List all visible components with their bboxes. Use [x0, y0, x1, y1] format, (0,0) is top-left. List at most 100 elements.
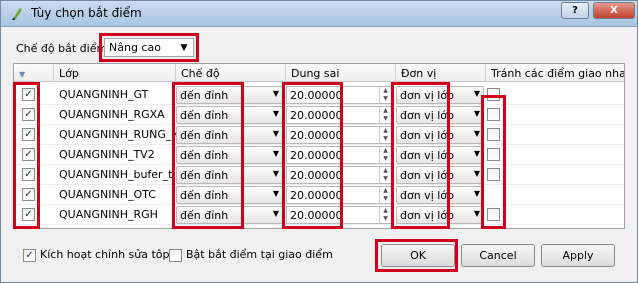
- ok-button[interactable]: OK: [381, 244, 455, 267]
- mode-value: đến đỉnh: [180, 169, 229, 182]
- mode-value: đến đỉnh: [180, 109, 229, 122]
- header-select-all[interactable]: ▼: [14, 64, 54, 82]
- chevron-down-icon: ▼: [272, 109, 279, 118]
- spin-arrows-icon[interactable]: ▲ ▼: [379, 207, 391, 223]
- unit-combo[interactable]: đơn vị lớp ▼: [396, 106, 484, 124]
- spin-arrows-icon[interactable]: ▲ ▼: [379, 127, 391, 143]
- snapping-options-dialog: Tùy chọn bắt điểm ? X Chế độ bắt điểm Nâ…: [0, 0, 638, 283]
- header-avoid-intersections[interactable]: Tránh các điểm giao nhau: [486, 64, 624, 82]
- mode-combo[interactable]: đến đỉnh ▼: [176, 206, 283, 224]
- unit-value: đơn vị lớp: [400, 149, 455, 162]
- layer-name: QUANGNINH_RGH: [59, 208, 158, 221]
- layer-enable-checkbox[interactable]: ✓: [22, 128, 35, 141]
- tolerance-spinbox[interactable]: 20.00000 ▲ ▼: [286, 126, 392, 144]
- unit-value: đơn vị lớp: [400, 129, 455, 142]
- layer-enable-checkbox[interactable]: ✓: [22, 188, 35, 201]
- avoid-intersections-checkbox[interactable]: [487, 88, 500, 101]
- table-row: ✓ QUANGNINH_TV2 đến đỉnh ▼ 20.00000 ▲ ▼ đơn…: [14, 145, 624, 165]
- unit-value: đơn vị lớp: [400, 189, 455, 202]
- chevron-down-icon: ▼: [473, 129, 480, 138]
- spin-arrows-icon[interactable]: ▲ ▼: [379, 147, 391, 163]
- layer-enable-checkbox[interactable]: ✓: [22, 168, 35, 181]
- chevron-down-icon: ▼: [473, 209, 480, 218]
- header-unit[interactable]: Đơn vị: [396, 64, 486, 82]
- avoid-intersections-checkbox[interactable]: [487, 208, 500, 221]
- layer-enable-checkbox[interactable]: ✓: [22, 148, 35, 161]
- apply-button[interactable]: Apply: [541, 244, 615, 267]
- chevron-down-icon: ▼: [272, 189, 279, 198]
- tolerance-spinbox[interactable]: 20.00000 ▲ ▼: [286, 86, 392, 104]
- layers-table: ▼ Lớp Chế độ Dung sai Đơn vị Tránh các đ…: [13, 63, 625, 229]
- layer-name: QUANGNINH_GT: [59, 88, 149, 101]
- layer-name: QUANGNINH_bufer_tinh: [59, 168, 176, 181]
- unit-combo[interactable]: đơn vị lớp ▼: [396, 206, 484, 224]
- snap-on-intersection-label: Bật bắt điểm tại giao điểm: [186, 248, 333, 261]
- unit-combo[interactable]: đơn vị lớp ▼: [396, 186, 484, 204]
- chevron-down-icon: ▼: [473, 189, 480, 198]
- tolerance-spinbox[interactable]: 20.00000 ▲ ▼: [286, 106, 392, 124]
- help-button[interactable]: ?: [561, 2, 589, 19]
- tolerance-value: 20.00000: [290, 149, 343, 162]
- unit-combo[interactable]: đơn vị lớp ▼: [396, 146, 484, 164]
- avoid-intersections-checkbox[interactable]: [487, 108, 500, 121]
- unit-value: đơn vị lớp: [400, 109, 455, 122]
- spin-arrows-icon[interactable]: ▲ ▼: [379, 87, 391, 103]
- header-mode[interactable]: Chế độ: [176, 64, 286, 82]
- snap-on-intersection-checkbox[interactable]: [169, 249, 182, 262]
- chevron-down-icon: ▼: [473, 169, 480, 178]
- table-row: ✓ QUANGNINH_RUNG_N2 đến đỉnh ▼ 20.00000 ▲ ▼…: [14, 125, 624, 145]
- avoid-intersections-checkbox[interactable]: [487, 168, 500, 181]
- unit-combo[interactable]: đơn vị lớp ▼: [396, 86, 484, 104]
- avoid-intersections-checkbox[interactable]: [487, 148, 500, 161]
- table-row: ✓ QUANGNINH_OTC đến đỉnh ▼ 20.00000 ▲ ▼ đơn…: [14, 185, 624, 205]
- header-layer[interactable]: Lớp: [54, 64, 176, 82]
- tolerance-spinbox[interactable]: 20.00000 ▲ ▼: [286, 206, 392, 224]
- mode-combo[interactable]: đến đỉnh ▼: [176, 126, 283, 144]
- mode-value: đến đỉnh: [180, 129, 229, 142]
- layer-enable-checkbox[interactable]: ✓: [22, 108, 35, 121]
- title-bar: Tùy chọn bắt điểm ? X: [1, 1, 637, 27]
- mode-combo[interactable]: đến đỉnh ▼: [176, 166, 283, 184]
- chevron-down-icon: ▼: [272, 209, 279, 218]
- window-title: Tùy chọn bắt điểm: [31, 6, 142, 20]
- unit-value: đơn vị lớp: [400, 169, 455, 182]
- sort-indicator-icon: ▼: [19, 70, 26, 79]
- cancel-button[interactable]: Cancel: [461, 244, 535, 267]
- mode-combo[interactable]: đến đỉnh ▼: [176, 146, 283, 164]
- header-tolerance[interactable]: Dung sai: [286, 64, 396, 82]
- mode-combo[interactable]: đến đỉnh ▼: [176, 106, 283, 124]
- chevron-down-icon: ▼: [473, 89, 480, 98]
- tolerance-spinbox[interactable]: 20.00000 ▲ ▼: [286, 166, 392, 184]
- topological-editing-checkbox[interactable]: ✓: [23, 249, 36, 262]
- mode-value: đến đỉnh: [180, 189, 229, 202]
- snapping-mode-value: Nâng cao: [109, 41, 161, 54]
- tolerance-value: 20.00000: [290, 209, 343, 222]
- avoid-intersections-checkbox[interactable]: [487, 128, 500, 141]
- unit-combo[interactable]: đơn vị lớp ▼: [396, 126, 484, 144]
- table-row: ✓ QUANGNINH_RGH đến đỉnh ▼ 20.00000 ▲ ▼ đơn…: [14, 205, 624, 225]
- tolerance-value: 20.00000: [290, 109, 343, 122]
- qgis-icon: [12, 8, 22, 20]
- mode-combo[interactable]: đến đỉnh ▼: [176, 186, 283, 204]
- chevron-down-icon: ▼: [272, 129, 279, 138]
- layer-name: QUANGNINH_RGXA: [59, 108, 165, 121]
- tolerance-spinbox[interactable]: 20.00000 ▲ ▼: [286, 146, 392, 164]
- mode-combo[interactable]: đến đỉnh ▼: [176, 86, 283, 104]
- spin-arrows-icon[interactable]: ▲ ▼: [379, 107, 391, 123]
- layer-enable-checkbox[interactable]: ✓: [22, 208, 35, 221]
- chevron-down-icon: ▼: [272, 169, 279, 178]
- mode-value: đến đỉnh: [180, 149, 229, 162]
- spin-arrows-icon[interactable]: ▲ ▼: [379, 187, 391, 203]
- mode-value: đến đỉnh: [180, 89, 229, 102]
- unit-combo[interactable]: đơn vị lớp ▼: [396, 166, 484, 184]
- layer-enable-checkbox[interactable]: ✓: [22, 88, 35, 101]
- table-row: ✓ QUANGNINH_RGXA đến đỉnh ▼ 20.00000 ▲ ▼ đơ…: [14, 105, 624, 125]
- close-button[interactable]: X: [593, 2, 635, 19]
- mode-value: đến đỉnh: [180, 209, 229, 222]
- chevron-down-icon: ▼: [180, 43, 188, 53]
- tolerance-spinbox[interactable]: 20.00000 ▲ ▼: [286, 186, 392, 204]
- topological-editing-label: Kích hoạt chỉnh sửa tôpô: [40, 248, 177, 261]
- snapping-mode-select[interactable]: Nâng cao ▼: [104, 38, 194, 57]
- unit-value: đơn vị lớp: [400, 209, 455, 222]
- spin-arrows-icon[interactable]: ▲ ▼: [379, 167, 391, 183]
